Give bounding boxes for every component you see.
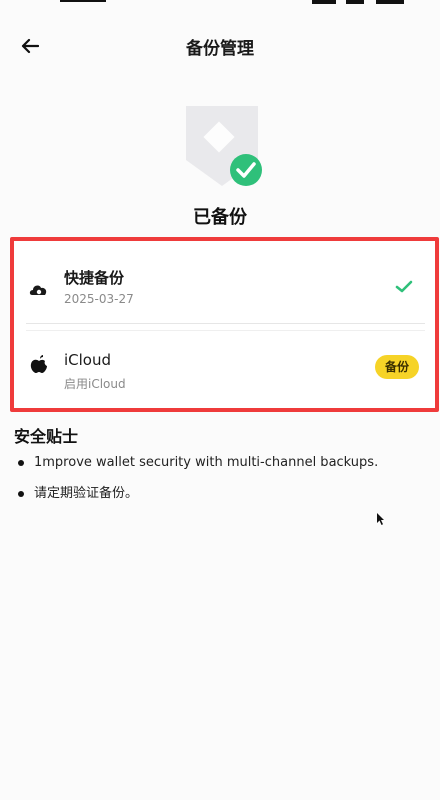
bullet-icon [18, 491, 24, 497]
bullet-icon [18, 460, 24, 466]
check-icon [395, 280, 413, 293]
backup-method-date: 2025-03-27 [64, 292, 134, 306]
backup-methods-list: 快捷备份 2025-03-27 iCloud 启用iCloud 备份 [10, 237, 439, 412]
tip-text: 1mprove wallet security with multi-chann… [34, 455, 379, 470]
tips-list: 1mprove wallet security with multi-chann… [18, 454, 428, 516]
tip-text: 请定期验证备份。 [34, 486, 139, 501]
apple-icon [30, 355, 47, 373]
battery-icon [312, 0, 404, 4]
backup-button[interactable]: 备份 [374, 355, 419, 379]
backup-status-hero [0, 96, 440, 196]
backup-method-quick[interactable]: 快捷备份 2025-03-27 [14, 241, 435, 319]
divider [26, 323, 425, 324]
cloud-icon [29, 285, 47, 295]
header: 备份管理 [0, 24, 440, 68]
tip-item: 请定期验证备份。 [18, 485, 428, 502]
shield-check-icon [186, 106, 262, 186]
signal-icon [60, 0, 106, 2]
backup-method-label: 快捷备份 [64, 269, 125, 287]
tips-title: 安全贴士 [14, 427, 79, 446]
backup-status-title: 已备份 [193, 207, 247, 228]
backup-method-icloud[interactable]: iCloud 启用iCloud 备份 [14, 327, 435, 405]
backup-method-label: iCloud [64, 351, 112, 369]
tip-item: 1mprove wallet security with multi-chann… [18, 454, 428, 471]
cursor-icon [377, 513, 384, 525]
page-title: 备份管理 [186, 39, 254, 59]
backup-method-status: 启用iCloud [64, 377, 126, 391]
status-bar [0, 0, 440, 8]
